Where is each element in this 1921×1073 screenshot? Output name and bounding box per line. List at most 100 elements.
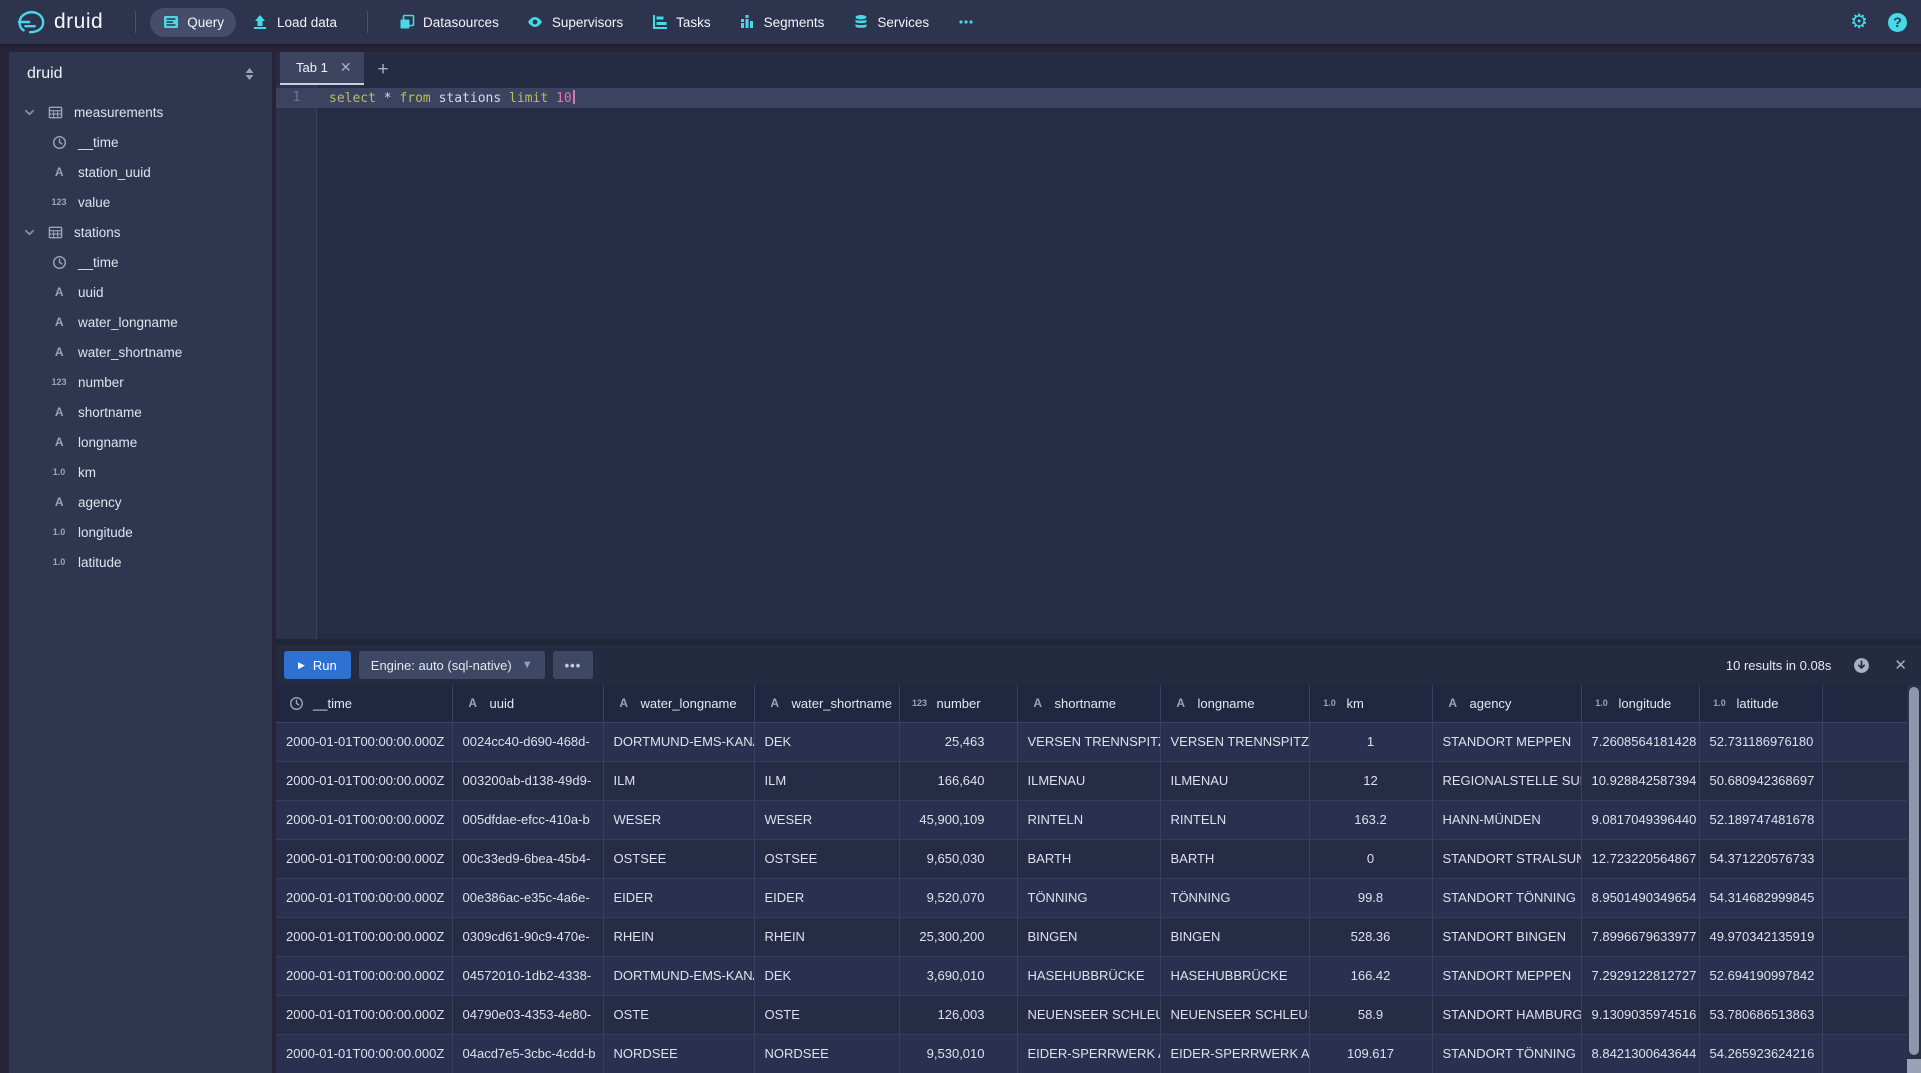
cell-water_longname[interactable]: RHEIN bbox=[603, 917, 754, 956]
cell-water_shortname[interactable]: OSTE bbox=[754, 995, 899, 1034]
cell-km[interactable]: 163.2 bbox=[1309, 800, 1432, 839]
cell-latitude[interactable]: 53.780686513863 bbox=[1699, 995, 1822, 1034]
column-header-latitude[interactable]: 1.0latitude bbox=[1699, 685, 1822, 722]
tree-column-station_uuid[interactable]: Astation_uuid bbox=[9, 157, 272, 187]
column-header-longitude[interactable]: 1.0longitude bbox=[1581, 685, 1699, 722]
cell-number[interactable]: 25,463 bbox=[899, 722, 1017, 761]
cell-water_longname[interactable]: OSTSEE bbox=[603, 839, 754, 878]
add-tab-button[interactable]: + bbox=[378, 59, 389, 85]
tree-column-uuid[interactable]: Auuid bbox=[9, 277, 272, 307]
column-header-shortname[interactable]: Ashortname bbox=[1017, 685, 1160, 722]
cell-uuid[interactable]: 04acd7e5-3cbc-4cdd-b bbox=[452, 1034, 603, 1073]
engine-select[interactable]: Engine: auto (sql-native) ▼ bbox=[359, 651, 545, 679]
cell-shortname[interactable]: VERSEN TRENNSPITZE bbox=[1017, 722, 1160, 761]
close-results-icon[interactable]: ✕ bbox=[1894, 656, 1907, 674]
cell-longitude[interactable]: 10.928842587394 bbox=[1581, 761, 1699, 800]
cell-uuid[interactable]: 0024cc40-d690-468d- bbox=[452, 722, 603, 761]
tree-column-agency[interactable]: Aagency bbox=[9, 487, 272, 517]
cell-longitude[interactable]: 9.0817049396440 bbox=[1581, 800, 1699, 839]
cell-__time[interactable]: 2000-01-01T00:00:00.000Z bbox=[276, 800, 452, 839]
tab-close-icon[interactable]: ✕ bbox=[340, 59, 352, 76]
cell-agency[interactable]: STANDORT TÖNNING bbox=[1432, 878, 1581, 917]
cell-number[interactable]: 3,690,010 bbox=[899, 956, 1017, 995]
cell-longname[interactable]: TÖNNING bbox=[1160, 878, 1309, 917]
cell-__time[interactable]: 2000-01-01T00:00:00.000Z bbox=[276, 878, 452, 917]
cell-longitude[interactable]: 7.2929122812727 bbox=[1581, 956, 1699, 995]
nav-item-tasks[interactable]: Tasks bbox=[639, 8, 723, 37]
nav-item-more[interactable] bbox=[945, 8, 986, 37]
run-button[interactable]: ▶ Run bbox=[284, 651, 351, 679]
nav-item-load-data[interactable]: Load data bbox=[240, 8, 349, 37]
tree-column-shortname[interactable]: Ashortname bbox=[9, 397, 272, 427]
cell-uuid[interactable]: 04572010-1db2-4338- bbox=[452, 956, 603, 995]
cell-latitude[interactable]: 50.680942368697 bbox=[1699, 761, 1822, 800]
cell-km[interactable]: 109.617 bbox=[1309, 1034, 1432, 1073]
cell-agency[interactable]: HANN-MÜNDEN bbox=[1432, 800, 1581, 839]
cell-water_shortname[interactable]: NORDSEE bbox=[754, 1034, 899, 1073]
cell-shortname[interactable]: TÖNNING bbox=[1017, 878, 1160, 917]
cell-water_shortname[interactable]: ILM bbox=[754, 761, 899, 800]
column-header-uuid[interactable]: Auuid bbox=[452, 685, 603, 722]
cell-longname[interactable]: BARTH bbox=[1160, 839, 1309, 878]
help-icon[interactable]: ? bbox=[1888, 13, 1907, 32]
cell-number[interactable]: 166,640 bbox=[899, 761, 1017, 800]
cell-water_longname[interactable]: ILM bbox=[603, 761, 754, 800]
cell-uuid[interactable]: 0309cd61-90c9-470e- bbox=[452, 917, 603, 956]
cell-water_shortname[interactable]: EIDER bbox=[754, 878, 899, 917]
cell-__time[interactable]: 2000-01-01T00:00:00.000Z bbox=[276, 917, 452, 956]
cell-km[interactable]: 0 bbox=[1309, 839, 1432, 878]
cell-agency[interactable]: REGIONALSTELLE SUHL bbox=[1432, 761, 1581, 800]
cell-water_longname[interactable]: EIDER bbox=[603, 878, 754, 917]
tree-column-water_shortname[interactable]: Awater_shortname bbox=[9, 337, 272, 367]
cell-latitude[interactable]: 52.731186976180 bbox=[1699, 722, 1822, 761]
cell-longname[interactable]: EIDER-SPERRWERK AP bbox=[1160, 1034, 1309, 1073]
column-header-number[interactable]: 123number bbox=[899, 685, 1017, 722]
cell-km[interactable]: 528.36 bbox=[1309, 917, 1432, 956]
cell-longitude[interactable]: 8.8421300643644 bbox=[1581, 1034, 1699, 1073]
cell-water_longname[interactable]: DORTMUND-EMS-KANAL bbox=[603, 722, 754, 761]
nav-item-query[interactable]: Query bbox=[150, 8, 236, 37]
cell-__time[interactable]: 2000-01-01T00:00:00.000Z bbox=[276, 722, 452, 761]
cell-shortname[interactable]: NEUENSEER SCHLEUSE bbox=[1017, 995, 1160, 1034]
column-header-longname[interactable]: Alongname bbox=[1160, 685, 1309, 722]
cell-agency[interactable]: STANDORT TÖNNING bbox=[1432, 1034, 1581, 1073]
cell-latitude[interactable]: 49.970342135919 bbox=[1699, 917, 1822, 956]
tree-column-value[interactable]: 123value bbox=[9, 187, 272, 217]
cell-shortname[interactable]: ILMENAU bbox=[1017, 761, 1160, 800]
cell-longitude[interactable]: 12.723220564867 bbox=[1581, 839, 1699, 878]
nav-item-services[interactable]: Services bbox=[840, 8, 941, 37]
cell-km[interactable]: 166.42 bbox=[1309, 956, 1432, 995]
cell-longname[interactable]: RINTELN bbox=[1160, 800, 1309, 839]
cell-km[interactable]: 99.8 bbox=[1309, 878, 1432, 917]
cell-shortname[interactable]: BARTH bbox=[1017, 839, 1160, 878]
cell-agency[interactable]: STANDORT MEPPEN bbox=[1432, 956, 1581, 995]
cell-number[interactable]: 25,300,200 bbox=[899, 917, 1017, 956]
nav-item-supervisors[interactable]: Supervisors bbox=[515, 8, 635, 37]
tree-column-longitude[interactable]: 1.0longitude bbox=[9, 517, 272, 547]
cell-uuid[interactable]: 00e386ac-e35c-4a6e- bbox=[452, 878, 603, 917]
cell-longitude[interactable]: 9.1309035974516 bbox=[1581, 995, 1699, 1034]
tree-column-water_longname[interactable]: Awater_longname bbox=[9, 307, 272, 337]
tree-column-__time[interactable]: __time bbox=[9, 127, 272, 157]
cell-longitude[interactable]: 8.9501490349654 bbox=[1581, 878, 1699, 917]
cell-uuid[interactable]: 00c33ed9-6bea-45b4- bbox=[452, 839, 603, 878]
vertical-scrollbar[interactable] bbox=[1907, 685, 1921, 1073]
sql-editor[interactable]: 1 select * from stations limit 10 bbox=[276, 85, 1921, 639]
cell-water_shortname[interactable]: OSTSEE bbox=[754, 839, 899, 878]
cell-agency[interactable]: STANDORT MEPPEN bbox=[1432, 722, 1581, 761]
column-header-water_shortname[interactable]: Awater_shortname bbox=[754, 685, 899, 722]
cell-number[interactable]: 126,003 bbox=[899, 995, 1017, 1034]
cell-latitude[interactable]: 52.189747481678 bbox=[1699, 800, 1822, 839]
cell-longitude[interactable]: 7.8996679633977 bbox=[1581, 917, 1699, 956]
cell-__time[interactable]: 2000-01-01T00:00:00.000Z bbox=[276, 995, 452, 1034]
nav-item-segments[interactable]: Segments bbox=[727, 8, 837, 37]
download-results-icon[interactable] bbox=[1853, 657, 1870, 674]
cell-latitude[interactable]: 54.265923624216 bbox=[1699, 1034, 1822, 1073]
cell-shortname[interactable]: HASEHUBBRÜCKE bbox=[1017, 956, 1160, 995]
cell-km[interactable]: 58.9 bbox=[1309, 995, 1432, 1034]
cell-number[interactable]: 9,530,010 bbox=[899, 1034, 1017, 1073]
column-header-water_longname[interactable]: Awater_longname bbox=[603, 685, 754, 722]
cell-water_longname[interactable]: DORTMUND-EMS-KANAL bbox=[603, 956, 754, 995]
cell-__time[interactable]: 2000-01-01T00:00:00.000Z bbox=[276, 956, 452, 995]
query-more-button[interactable]: ••• bbox=[553, 651, 594, 679]
